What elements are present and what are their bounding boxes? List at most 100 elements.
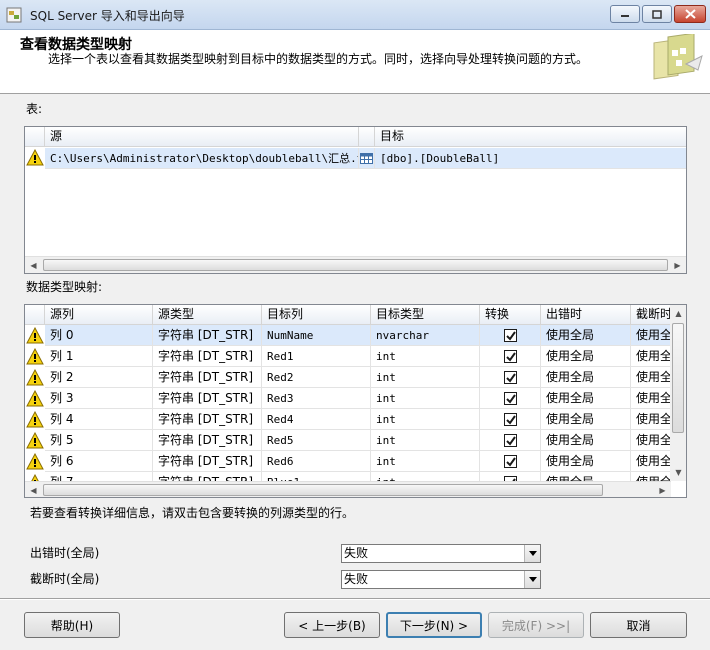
dest-type-cell[interactable]: int — [371, 409, 480, 430]
scroll-down-icon[interactable]: ▼ — [670, 464, 686, 481]
mapping-header-dest-type[interactable]: 目标类型 — [371, 305, 480, 325]
convert-checkbox[interactable] — [504, 434, 517, 447]
dest-column-cell[interactable]: Red3 — [262, 388, 371, 409]
next-button[interactable]: 下一步(N) > — [386, 612, 482, 638]
on-truncation-global-select[interactable]: 失败 — [341, 570, 541, 589]
source-type-cell[interactable]: 字符串 [DT_STR] — [153, 430, 262, 451]
mapping-header-dest-column[interactable]: 目标列 — [262, 305, 371, 325]
dest-type-cell[interactable]: int — [371, 346, 480, 367]
vertical-scroll-thumb[interactable] — [672, 323, 684, 433]
on-truncation-cell[interactable]: 使用全 — [631, 451, 671, 472]
cancel-button[interactable]: 取消 — [590, 612, 687, 638]
tables-header-source[interactable]: 源 — [45, 127, 359, 147]
chevron-down-icon — [528, 577, 537, 582]
dest-type-cell[interactable]: int — [371, 451, 480, 472]
source-type-cell[interactable]: 字符串 [DT_STR] — [153, 388, 262, 409]
minimize-button[interactable] — [610, 5, 640, 23]
mapping-header-on-truncation[interactable]: 截断时 — [631, 305, 671, 325]
mapping-header-on-error[interactable]: 出错时 — [541, 305, 631, 325]
source-type-cell[interactable]: 字符串 [DT_STR] — [153, 346, 262, 367]
mapping-horizontal-scrollbar[interactable]: ◀ ▶ — [25, 481, 671, 497]
maximize-button[interactable] — [642, 5, 672, 23]
tables-target-cell[interactable]: [dbo].[DoubleBall] — [375, 148, 686, 169]
on-error-cell[interactable]: 使用全局 — [541, 451, 631, 472]
source-column-cell[interactable]: 列 1 — [45, 346, 153, 367]
dest-column-cell[interactable]: Red1 — [262, 346, 371, 367]
convert-checkbox[interactable] — [504, 350, 517, 363]
source-column-cell[interactable]: 列 2 — [45, 367, 153, 388]
on-truncation-cell[interactable]: 使用全 — [631, 325, 671, 346]
mapping-grid[interactable]: 源列 源类型 目标列 目标类型 转换 出错时 截断时 列 0 字符串 [DT_ST… — [24, 304, 687, 498]
dest-column-cell[interactable]: NumName — [262, 325, 371, 346]
convert-cell — [480, 325, 541, 346]
dest-column-cell[interactable]: Red2 — [262, 367, 371, 388]
dest-column-cell[interactable]: Red6 — [262, 451, 371, 472]
on-truncation-cell[interactable]: 使用全 — [631, 430, 671, 451]
mapping-label: 数据类型映射: — [26, 280, 103, 294]
scroll-up-icon[interactable]: ▲ — [670, 305, 686, 322]
tables-horizontal-scrollbar[interactable]: ◀ ▶ — [25, 256, 686, 273]
source-type-cell[interactable]: 字符串 [DT_STR] — [153, 325, 262, 346]
convert-checkbox[interactable] — [504, 329, 517, 342]
on-error-cell[interactable]: 使用全局 — [541, 388, 631, 409]
on-truncation-cell[interactable]: 使用全 — [631, 346, 671, 367]
on-error-global-select[interactable]: 失败 — [341, 544, 541, 563]
mapping-header-source-column[interactable]: 源列 — [45, 305, 153, 325]
warning-icon — [26, 348, 44, 365]
dest-type-cell[interactable]: nvarchar — [371, 325, 480, 346]
on-truncation-cell[interactable]: 使用全 — [631, 388, 671, 409]
finish-button[interactable]: 完成(F) >>| — [488, 612, 584, 638]
convert-checkbox[interactable] — [504, 392, 517, 405]
on-error-cell[interactable]: 使用全局 — [541, 409, 631, 430]
on-truncation-cell[interactable]: 使用全 — [631, 367, 671, 388]
dest-type-cell[interactable]: int — [371, 388, 480, 409]
scroll-right-icon[interactable]: ▶ — [654, 482, 671, 497]
on-truncation-cell[interactable]: 使用全 — [631, 409, 671, 430]
dest-type-cell[interactable]: int — [371, 430, 480, 451]
on-error-cell[interactable]: 使用全局 — [541, 346, 631, 367]
on-truncation-global-value: 失败 — [344, 572, 369, 586]
warning-icon — [26, 327, 44, 344]
convert-checkbox[interactable] — [504, 455, 517, 468]
scroll-right-icon[interactable]: ▶ — [669, 257, 686, 273]
on-error-cell[interactable]: 使用全局 — [541, 325, 631, 346]
source-column-cell[interactable]: 列 4 — [45, 409, 153, 430]
tables-source-cell[interactable]: C:\Users\Administrator\Desktop\doublebal… — [45, 148, 359, 169]
source-type-cell[interactable]: 字符串 [DT_STR] — [153, 409, 262, 430]
convert-checkbox[interactable] — [504, 413, 517, 426]
conversion-hint: 若要查看转换详细信息，请双击包含要转换的列源类型的行。 — [30, 506, 355, 520]
dest-type-cell[interactable]: int — [371, 367, 480, 388]
source-type-cell[interactable]: 字符串 [DT_STR] — [153, 451, 262, 472]
dest-column-cell[interactable]: Red5 — [262, 430, 371, 451]
mapping-header-convert[interactable]: 转换 — [480, 305, 541, 325]
convert-checkbox[interactable] — [504, 371, 517, 384]
convert-cell — [480, 409, 541, 430]
tables-grid[interactable]: 源 目标 C:\Users\Administrator\Desktop\doub… — [24, 126, 687, 274]
dropdown-button[interactable] — [524, 545, 540, 562]
on-error-cell[interactable]: 使用全局 — [541, 367, 631, 388]
mapping-vertical-scrollbar[interactable]: ▲ ▼ — [670, 305, 686, 481]
convert-cell — [480, 430, 541, 451]
source-column-cell[interactable]: 列 5 — [45, 430, 153, 451]
scroll-left-icon[interactable]: ◀ — [25, 482, 42, 497]
source-column-cell[interactable]: 列 3 — [45, 388, 153, 409]
tables-header-target[interactable]: 目标 — [375, 127, 686, 147]
source-column-cell[interactable]: 列 0 — [45, 325, 153, 346]
tables-label: 表: — [26, 102, 43, 116]
scroll-left-icon[interactable]: ◀ — [25, 257, 42, 273]
dest-column-cell[interactable]: Red4 — [262, 409, 371, 430]
warning-icon — [26, 390, 44, 407]
help-button[interactable]: 帮助(H) — [24, 612, 120, 638]
convert-cell — [480, 346, 541, 367]
source-type-cell[interactable]: 字符串 [DT_STR] — [153, 367, 262, 388]
close-button[interactable] — [674, 5, 706, 23]
mapping-header-source-type[interactable]: 源类型 — [153, 305, 262, 325]
dropdown-button[interactable] — [524, 571, 540, 588]
scroll-thumb[interactable] — [43, 259, 668, 271]
convert-cell — [480, 451, 541, 472]
horizontal-scroll-thumb[interactable] — [43, 484, 603, 496]
maximize-icon — [652, 9, 662, 19]
source-column-cell[interactable]: 列 6 — [45, 451, 153, 472]
on-error-cell[interactable]: 使用全局 — [541, 430, 631, 451]
back-button[interactable]: < 上一步(B) — [284, 612, 380, 638]
